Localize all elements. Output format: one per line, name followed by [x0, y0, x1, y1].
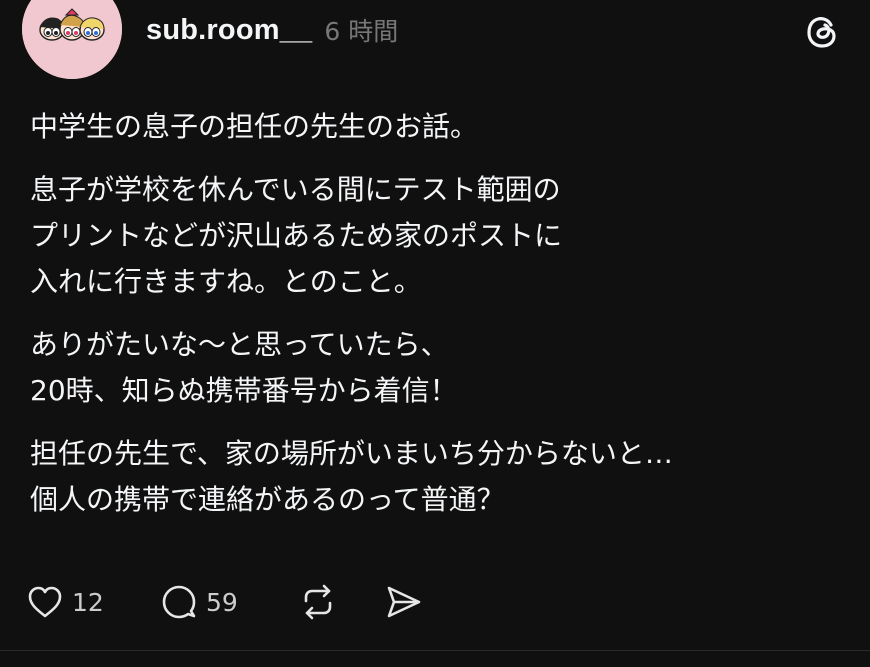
post-paragraph: 担任の先生で、家の場所がいまいち分からないと… 個人の携帯で連絡があるのって普通…	[30, 431, 850, 523]
post-text-line: 担任の先生で、家の場所がいまいち分からないと…	[30, 437, 673, 470]
repost-button[interactable]	[298, 579, 384, 625]
post-text-line: 20時、知らぬ携帯番号から着信！	[30, 374, 458, 407]
like-count: 12	[72, 587, 104, 617]
action-bar: 12 59	[26, 579, 434, 625]
heart-icon	[28, 586, 62, 618]
post-text-line: 息子が学校を休んでいる間にテスト範囲の	[30, 173, 561, 206]
avatar[interactable]	[22, 0, 122, 79]
post-text-line: 入れに行きますね。とのこと。	[30, 265, 422, 298]
send-icon	[387, 586, 421, 618]
powerpuff-girls-avatar-icon	[22, 0, 122, 79]
post-paragraph: 中学生の息子の担任の先生のお話。	[30, 104, 850, 150]
post-header: sub.room__ 6 時間	[146, 10, 398, 50]
reply-button[interactable]: 59	[160, 579, 298, 625]
post-divider	[0, 650, 870, 651]
threads-logo-icon[interactable]	[806, 14, 840, 50]
repost-icon	[304, 584, 332, 620]
thread-post: sub.room__ 6 時間 中学生の息子の担任の先生のお話。 息子が学校を休…	[0, 0, 870, 667]
reply-count: 59	[206, 587, 238, 617]
post-text-line: 中学生の息子の担任の先生のお話。	[30, 110, 479, 143]
reply-bubble-icon	[162, 585, 196, 619]
share-button[interactable]	[384, 579, 434, 625]
like-button[interactable]: 12	[26, 579, 160, 625]
username[interactable]: sub.room__	[146, 14, 312, 47]
post-paragraph: 息子が学校を休んでいる間にテスト範囲の プリントなどが沢山あるため家のポストに …	[30, 167, 850, 305]
post-text-line: プリントなどが沢山あるため家のポストに	[30, 219, 563, 252]
post-paragraph: ありがたいな〜と思っていたら、 20時、知らぬ携帯番号から着信！	[30, 322, 850, 414]
post-body: 中学生の息子の担任の先生のお話。 息子が学校を休んでいる間にテスト範囲の プリン…	[30, 104, 850, 540]
post-text-line: ありがたいな〜と思っていたら、	[30, 328, 449, 361]
post-timestamp: 6 時間	[324, 17, 399, 46]
post-text-line: 個人の携帯で連絡があるのって普通？	[30, 483, 505, 516]
